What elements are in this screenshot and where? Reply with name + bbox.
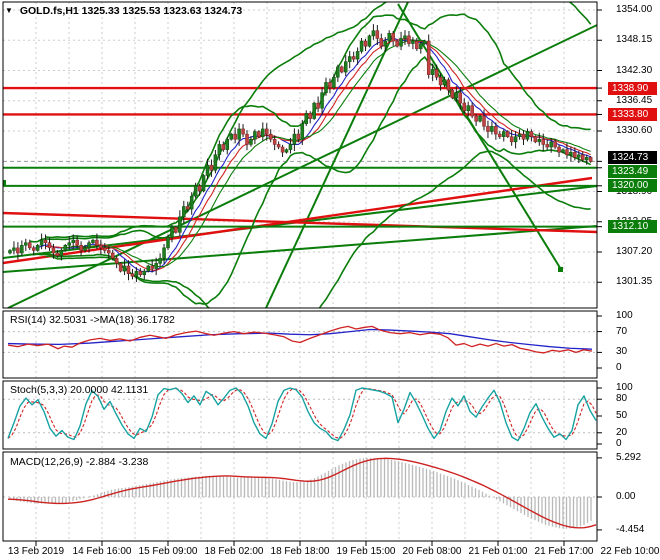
chart-title-bar: ▼ GOLD.fs,H1 1325.33 1325.53 1323.63 132…: [5, 5, 242, 17]
stoch-label: Stoch(5,3,3) 20.0000 42.1131: [10, 384, 149, 396]
chart-window: 1354.00 1348.15 1342.30 1336.45 1330.60 1318.…: [0, 0, 660, 560]
chart-canvas[interactable]: [0, 0, 660, 560]
chart-title: GOLD.fs,H1 1325.33 1325.53 1323.63 1324.…: [19, 5, 243, 17]
symbol-dropdown-icon[interactable]: ▼: [5, 6, 13, 15]
rsi-label: RSI(14) 32.5031 ->MA(18) 36.1782: [10, 314, 175, 326]
macd-label: MACD(12,26,9) -2.884 -3.238: [10, 456, 149, 468]
